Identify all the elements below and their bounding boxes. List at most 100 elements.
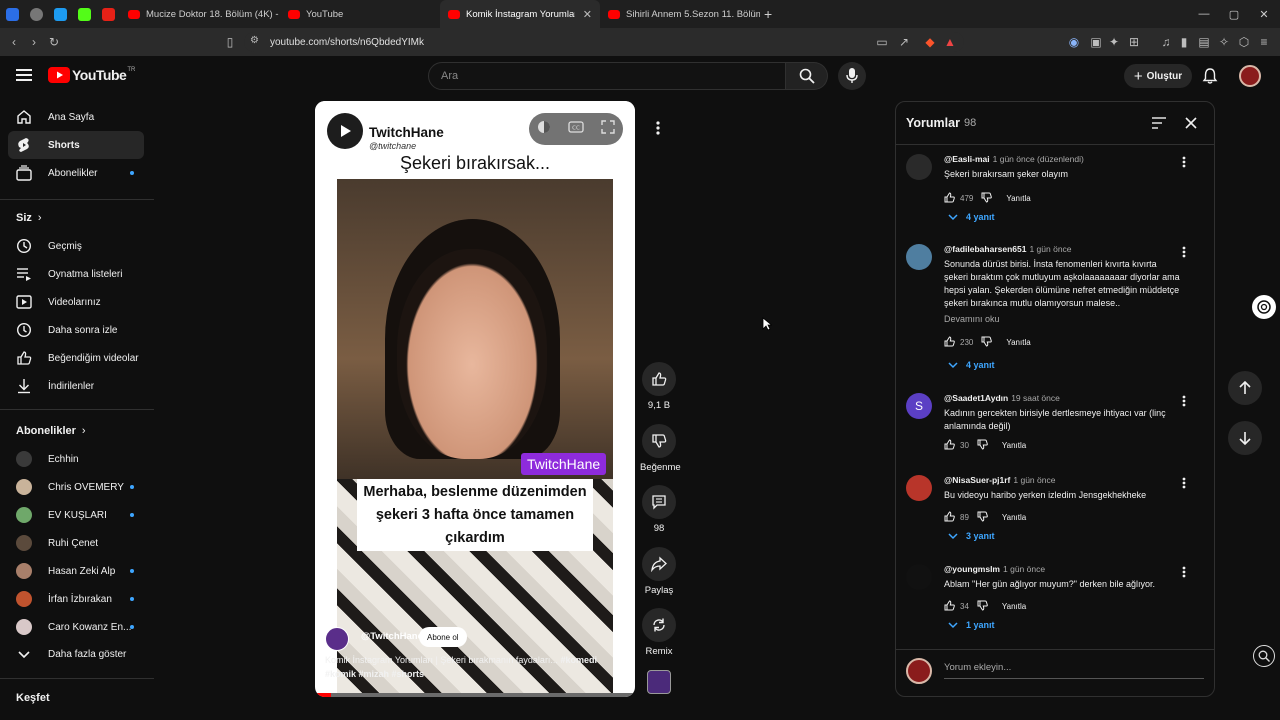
like-button[interactable]: 9,1 B (640, 362, 678, 411)
reply-button[interactable]: Yanıtla (1006, 338, 1030, 347)
subscribe-button[interactable]: Abone ol (419, 627, 467, 647)
comment-menu-icon[interactable] (1182, 566, 1186, 581)
search-input[interactable]: Ara (428, 62, 786, 90)
short-more-options-icon[interactable] (646, 116, 670, 140)
video-progress-bar[interactable] (315, 693, 635, 697)
thumbs-down-icon[interactable] (977, 511, 988, 524)
user-avatar[interactable] (1239, 65, 1261, 87)
voice-search-button[interactable] (838, 62, 866, 90)
comment-author[interactable]: @Easli-mai 1 gün önce (düzenlendi) (944, 154, 1084, 164)
comment-menu-icon[interactable] (1182, 246, 1186, 261)
bookmark-icon[interactable]: ▯ (222, 34, 238, 50)
brave-shield-icon[interactable]: ◆ (922, 34, 938, 50)
notifications-icon[interactable] (1202, 68, 1218, 89)
comments-button[interactable]: 98 (640, 485, 678, 534)
commenter-avatar[interactable]: S (906, 393, 932, 419)
thumbs-up-icon[interactable] (944, 511, 955, 524)
comment-menu-icon[interactable] (1182, 395, 1186, 410)
dislike-button[interactable]: Beğenme (640, 424, 681, 473)
view-replies-button[interactable]: 3 yanıt (948, 531, 995, 541)
tab-sihirli-annem[interactable]: Sihirli Annem 5.Sezon 11. Bölüm - Yo (600, 0, 760, 28)
channel-avatar[interactable] (325, 627, 349, 651)
hamburger-menu-icon[interactable] (16, 68, 32, 82)
thumbs-down-icon[interactable] (977, 439, 988, 452)
thumbs-up-icon[interactable] (944, 336, 955, 349)
pinned-tab-5[interactable] (96, 0, 120, 28)
thumbs-down-icon[interactable] (981, 192, 993, 205)
sidebar-you-header[interactable]: Siz › (16, 212, 42, 224)
media-icon[interactable]: ♫ (1158, 34, 1174, 50)
vpn-icon[interactable]: ⬡ (1236, 34, 1252, 50)
sidebar-item-downloads[interactable]: İndirilenler (8, 372, 144, 400)
reload-icon[interactable]: ↻ (46, 34, 62, 50)
comment-author[interactable]: @NisaSuer-pj1rf 1 gün önce (944, 475, 1055, 485)
minimize-icon[interactable]: — (1188, 0, 1220, 28)
next-short-button[interactable] (1228, 421, 1262, 455)
menu-icon[interactable]: ≡ (1256, 34, 1272, 50)
sidebar-subscription-item[interactable]: EV KUŞLARI (8, 501, 144, 529)
remix-button[interactable]: Remix (640, 608, 678, 657)
extension-icon[interactable]: ▣ (1088, 34, 1104, 50)
tab-mucize-doktor[interactable]: Mucize Doktor 18. Bölüm (4K) - YouT (120, 0, 280, 28)
comment-menu-icon[interactable] (1182, 156, 1186, 171)
maximize-icon[interactable]: ▢ (1218, 0, 1250, 28)
comment-author[interactable]: @fadilebaharsen651 1 gün önce (944, 244, 1072, 254)
close-window-icon[interactable]: ✕ (1248, 0, 1280, 28)
comment-menu-icon[interactable] (1182, 477, 1186, 492)
assistant-icon[interactable] (1252, 295, 1276, 319)
sound-thumbnail[interactable] (647, 670, 671, 694)
view-replies-button[interactable]: 4 yanıt (948, 212, 995, 222)
short-description[interactable]: Komik İnstagram Yorumları | Şekeri bırak… (325, 653, 615, 681)
sidebar-item-subscriptions[interactable]: Abonelikler (8, 159, 144, 187)
pinned-tab-2[interactable] (24, 0, 48, 28)
share-button[interactable]: Paylaş (640, 547, 678, 596)
reply-button[interactable]: Yanıtla (1002, 441, 1026, 450)
url-field[interactable]: ⚙ youtube.com/shorts/n6QbdedYIMk (244, 32, 964, 52)
sidebar-item-shorts[interactable]: Shorts (8, 131, 144, 159)
back-icon[interactable]: ‹ (6, 34, 22, 50)
extension-icon[interactable]: ⊞ (1126, 34, 1142, 50)
sidebar-subscription-item[interactable]: Caro Kowanz En... (8, 613, 144, 641)
sidebar-item-playlists[interactable]: Oynatma listeleri (8, 260, 144, 288)
cast-icon[interactable]: ▭ (874, 34, 890, 50)
zoom-icon[interactable] (1253, 645, 1275, 667)
commenter-avatar[interactable] (906, 564, 932, 590)
thumbs-down-icon[interactable] (981, 336, 993, 349)
sidebar-subscription-item[interactable]: Echhin (8, 445, 144, 473)
sidebar-item-liked[interactable]: Beğendiğim videolar (8, 344, 144, 372)
captions-icon[interactable]: CC (568, 120, 584, 138)
sidebar-toggle-icon[interactable]: ▮ (1176, 34, 1192, 50)
pinned-tab-4[interactable] (72, 0, 96, 28)
pinned-tab-3[interactable] (48, 0, 72, 28)
thumbs-up-icon[interactable] (944, 439, 955, 452)
search-button[interactable] (786, 62, 828, 90)
comment-author[interactable]: @Saadet1Aydın 19 saat önce (944, 393, 1060, 403)
share-icon[interactable]: ↗ (896, 34, 912, 50)
sidebar-subscription-item[interactable]: İrfan İzbırakan (8, 585, 144, 613)
sidebar-subscription-item[interactable]: Chris OVEMERY (8, 473, 144, 501)
thumbs-up-icon[interactable] (944, 192, 955, 205)
fullscreen-icon[interactable] (600, 119, 615, 139)
rewards-icon[interactable]: ▲ (942, 34, 958, 50)
shorts-player[interactable]: TwitchHane @twitchane Şekeri bırakırsak.… (315, 101, 635, 697)
pinned-tab-1[interactable] (0, 0, 24, 28)
sidebar-item-your-videos[interactable]: Videolarınız (8, 288, 144, 316)
video-frame[interactable]: TwitchHane Merhaba, beslenme düzenimden … (337, 179, 613, 693)
reply-button[interactable]: Yanıtla (1002, 602, 1026, 611)
thumbs-up-icon[interactable] (944, 600, 955, 613)
close-comments-icon[interactable] (1185, 116, 1197, 134)
youtube-logo[interactable]: YouTube TR (48, 67, 135, 83)
leo-icon[interactable]: ✧ (1216, 34, 1232, 50)
add-comment-input[interactable]: Yorum ekleyin... (944, 662, 1011, 673)
commenter-avatar[interactable] (906, 154, 932, 180)
read-more-link[interactable]: Devamını oku (944, 314, 1000, 324)
sort-icon[interactable] (1152, 116, 1166, 134)
close-tab-icon[interactable]: ✕ (583, 8, 592, 21)
commenter-avatar[interactable] (906, 475, 932, 501)
new-tab-button[interactable]: + (760, 0, 784, 28)
sidebar-item-history[interactable]: Geçmiş (8, 232, 144, 260)
commenter-avatar[interactable] (906, 244, 932, 270)
extension-icon[interactable]: ✦ (1106, 34, 1122, 50)
extension-icon[interactable]: ◉ (1066, 34, 1082, 50)
channel-name-link[interactable]: @TwitchHane (361, 631, 423, 642)
